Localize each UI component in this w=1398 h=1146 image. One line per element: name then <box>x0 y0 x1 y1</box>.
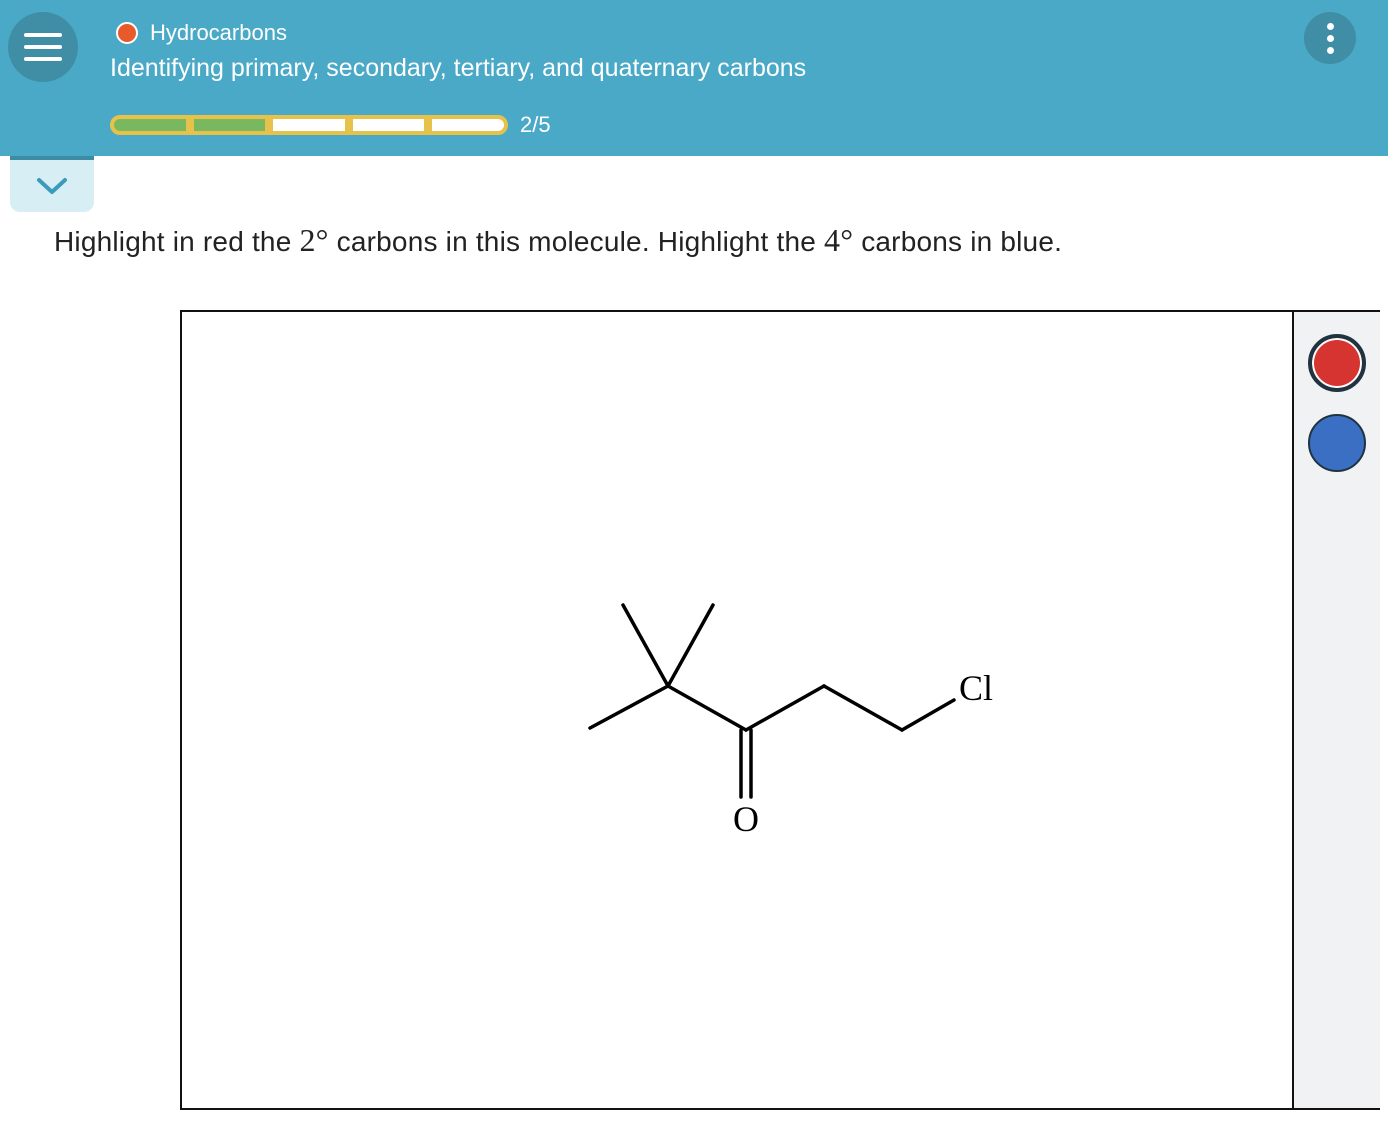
progress-bar <box>110 114 510 136</box>
progress-segment <box>352 119 425 131</box>
topic-row: Hydrocarbons <box>116 20 287 46</box>
progress-track <box>110 115 508 135</box>
collapse-toggle-button[interactable] <box>10 156 94 212</box>
menu-button[interactable] <box>8 12 78 82</box>
progress-segment <box>114 119 186 131</box>
bond-methylene-chloromethyl[interactable] <box>822 684 904 732</box>
more-options-button[interactable] <box>1304 12 1356 64</box>
red-highlight-button[interactable] <box>1308 334 1366 392</box>
bond-methyl-lower-left[interactable] <box>588 684 670 730</box>
progress-segment <box>432 119 504 131</box>
molecule-structure: Cl O <box>588 603 993 839</box>
progress-count: 2/5 <box>520 112 551 137</box>
drawing-canvas: Cl O <box>180 310 1380 1110</box>
degree-secondary: 2° <box>299 222 329 258</box>
progress-segment <box>273 119 345 131</box>
topic-label: Hydrocarbons <box>150 20 287 45</box>
chevron-down-icon <box>37 178 67 194</box>
bond-carbonyl-methylene[interactable] <box>744 684 826 732</box>
bond-methyl-upper-left[interactable] <box>621 603 670 688</box>
bond-quaternary-carbonyl[interactable] <box>666 684 748 732</box>
more-vertical-icon <box>1326 22 1334 30</box>
question-prompt: Highlight in red the 2° carbons in this … <box>54 222 1063 258</box>
menu-icon <box>24 33 62 37</box>
blue-highlight-button[interactable] <box>1308 414 1366 472</box>
color-palette <box>1292 312 1380 1108</box>
progress-segment <box>193 119 266 131</box>
bond-methyl-upper-right[interactable] <box>666 603 715 688</box>
lesson-title: Identifying primary, secondary, tertiary… <box>110 54 807 82</box>
atom-oxygen: O <box>733 799 759 839</box>
topic-status-icon <box>116 22 138 44</box>
bond-carbon-chlorine[interactable] <box>900 698 956 732</box>
degree-quaternary: 4° <box>824 222 854 258</box>
header-bar: Hydrocarbons Identifying primary, second… <box>0 0 1388 156</box>
atom-chlorine: Cl <box>959 668 993 708</box>
